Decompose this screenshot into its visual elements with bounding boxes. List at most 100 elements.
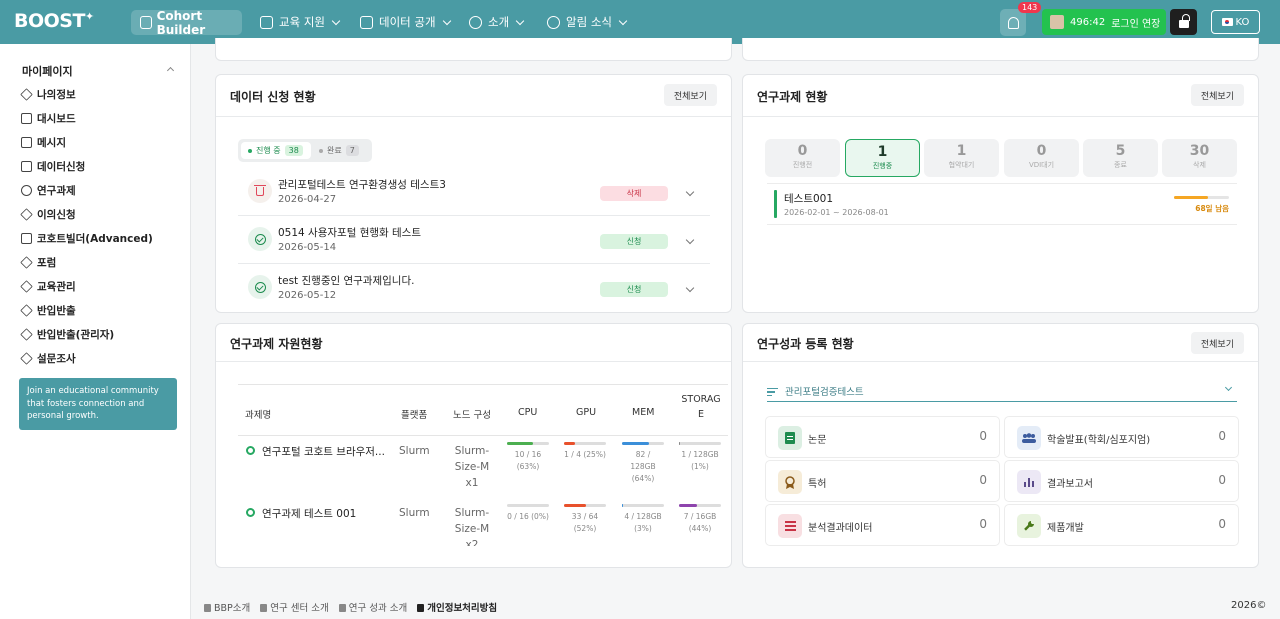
list-icon: [778, 514, 802, 538]
bar-chart-icon: [1017, 470, 1041, 494]
sidebar-item-messages[interactable]: 메시지: [21, 135, 66, 150]
mem-usage: 82 / 128GB (64%): [622, 442, 664, 485]
platform-value: Slurm: [399, 445, 430, 457]
stat-in-progress[interactable]: 1 진행중: [845, 139, 920, 177]
sidebar-item-dashboard[interactable]: 대시보드: [21, 111, 76, 126]
sidebar-item-transfer[interactable]: 반입반출: [20, 303, 76, 318]
project-progress-bar: [1174, 196, 1229, 199]
layers-icon: [20, 304, 33, 317]
list-item[interactable]: test 진행중인 연구과제입니다. 2026-05-12 신청: [238, 265, 710, 312]
performance-grid: 논문 0 학술발표(학회/심포지엄) 0 특허 0 결과보고서 0 분석결과데이…: [765, 416, 1239, 546]
perf-analysis-data[interactable]: 분석결과데이터 0: [765, 504, 1000, 546]
sidebar-item-data-request[interactable]: 데이터신청: [21, 159, 85, 174]
node-value: Slurm- Size-M x1: [454, 445, 490, 489]
chevron-down-icon: [1224, 383, 1233, 392]
view-all-button[interactable]: 전체보기: [663, 84, 717, 106]
project-row[interactable]: 테스트001 2026-02-01 ~ 2026-08-01 68일 남음: [767, 183, 1237, 225]
check-circle-icon: [254, 233, 266, 245]
trash-icon: [254, 184, 266, 196]
chevron-down-icon[interactable]: [685, 283, 695, 293]
check-circle-icon: [254, 281, 266, 293]
view-all-button[interactable]: 전체보기: [1190, 84, 1244, 106]
stat-agreement[interactable]: 1 협약대기: [924, 139, 999, 177]
project-period: 2026-02-01 ~ 2026-08-01: [784, 208, 889, 217]
building-icon: [260, 604, 268, 612]
table-row[interactable]: 연구과제 테스트 001 Slurm Slurm- Size-M x2 0 / 16…: [238, 498, 728, 546]
stat-ended[interactable]: 5 종료: [1083, 139, 1158, 177]
card-header: 연구과제 현황 전체보기: [743, 75, 1258, 117]
nav-education[interactable]: 교육 지원: [260, 14, 341, 30]
avatar: [1050, 15, 1064, 29]
notification-button[interactable]: [1000, 9, 1026, 36]
project-accent-bar: [774, 190, 777, 218]
stat-deleted[interactable]: 30 삭제: [1162, 139, 1237, 177]
green-dot-icon: [248, 148, 252, 153]
sidebar-item-transfer-admin[interactable]: 반입반출(관리자): [20, 327, 114, 342]
stat-vdi[interactable]: 0 VDI대기: [1004, 139, 1079, 177]
chart-icon: [21, 233, 32, 244]
sidebar-item-objection[interactable]: 이의신청: [20, 207, 76, 222]
nav-about[interactable]: 소개: [469, 14, 525, 30]
sidebar-item-survey[interactable]: 설문조사: [20, 351, 76, 366]
view-all-button[interactable]: 전체보기: [1190, 332, 1244, 354]
sidebar-item-forum[interactable]: 포럼: [20, 255, 56, 270]
tab-complete[interactable]: 완료 7: [319, 142, 359, 159]
status-segmented-control: 진행 중 38 완료 7: [238, 139, 372, 162]
nav-news[interactable]: 알림 소식: [547, 14, 628, 30]
column-header: 플랫폼: [401, 410, 428, 421]
perf-report[interactable]: 결과보고서 0: [1004, 460, 1239, 502]
layers-icon: [20, 208, 33, 221]
check-icon-wrap: [248, 275, 272, 299]
sidebar-item-cohort-advanced[interactable]: 코호트빌더(Advanced): [21, 231, 153, 246]
perf-conference[interactable]: 학술발표(학회/심포지엄) 0: [1004, 416, 1239, 458]
chevron-up-icon[interactable]: [166, 66, 175, 75]
sidebar-item-education[interactable]: 교육관리: [20, 279, 76, 294]
chevron-down-icon: [442, 16, 451, 25]
application-title: 관리포털테스트 연구환경생성 테스트3: [278, 179, 446, 191]
promo-banner[interactable]: Join an educational community that foste…: [19, 378, 177, 430]
cpu-usage-fill: [507, 442, 534, 445]
footer-link-center[interactable]: 연구 센터 소개: [260, 600, 329, 614]
chevron-down-icon[interactable]: [685, 235, 695, 245]
person-icon: [204, 604, 211, 612]
card-title: 연구성과 등록 현황: [757, 337, 854, 351]
nav-data-open[interactable]: 데이터 공개: [360, 14, 451, 30]
layers-icon: [20, 256, 33, 269]
column-header: MEM: [632, 407, 655, 418]
chevron-down-icon[interactable]: [685, 187, 695, 197]
card-header: 연구과제 자원현황: [216, 324, 731, 362]
session-extend-button[interactable]: 496:42 로그인 연장: [1042, 9, 1166, 35]
storage-usage: 7 / 16GB (44%): [679, 504, 721, 535]
stat-before[interactable]: 0 진행전: [765, 139, 840, 177]
list-item[interactable]: 0514 사용자포털 현행화 테스트 2026-05-14 신청: [238, 217, 710, 264]
perf-patent[interactable]: 특허 0: [765, 460, 1000, 502]
document-icon: [21, 137, 32, 148]
unlock-icon: [1178, 14, 1190, 28]
education-icon: [260, 15, 273, 29]
check-icon-wrap: [248, 227, 272, 251]
footer-link-results[interactable]: 연구 성과 소개: [338, 600, 407, 614]
count-badge: 7: [345, 145, 359, 156]
project-name: 연구과제 테스트 001: [262, 508, 357, 520]
nav-cohort-builder[interactable]: Cohort Builder: [131, 9, 242, 37]
boost-logo[interactable]: BOOST✦: [14, 10, 94, 32]
card-partial-left: [215, 38, 732, 61]
list-item[interactable]: 관리포털테스트 연구환경생성 테스트3 2026-04-27 삭제: [238, 169, 710, 216]
sidebar-item-research[interactable]: 연구과제: [21, 183, 76, 198]
project-select[interactable]: 관리포털검증테스트: [767, 382, 1237, 402]
language-button[interactable]: KO: [1211, 10, 1260, 34]
cohort-icon: [140, 16, 152, 29]
sidebar: 마이페이지 나의정보 대시보드 메시지 데이터신청 연구과제 이의신청 코호트빌…: [0, 44, 191, 619]
research-performance-card: 연구성과 등록 현황 전체보기 관리포털검증테스트 논문 0 학술발표(학회/심…: [742, 323, 1259, 568]
footer-link-bbp[interactable]: BBP소개: [204, 600, 250, 614]
footer-link-privacy[interactable]: 개인정보처리방침: [417, 600, 497, 614]
perf-product[interactable]: 제품개발 0: [1004, 504, 1239, 546]
chevron-down-icon: [515, 16, 525, 25]
perf-paper[interactable]: 논문 0: [765, 416, 1000, 458]
news-icon: [547, 15, 560, 29]
sidebar-item-myinfo[interactable]: 나의정보: [20, 87, 76, 102]
table-row[interactable]: 연구포털 코호트 브라우저... Slurm Slurm- Size-M x1 10…: [238, 436, 728, 498]
logout-button[interactable]: [1170, 9, 1197, 35]
notification-badge: 143: [1018, 2, 1042, 13]
tab-in-progress[interactable]: 진행 중 38: [241, 142, 311, 159]
